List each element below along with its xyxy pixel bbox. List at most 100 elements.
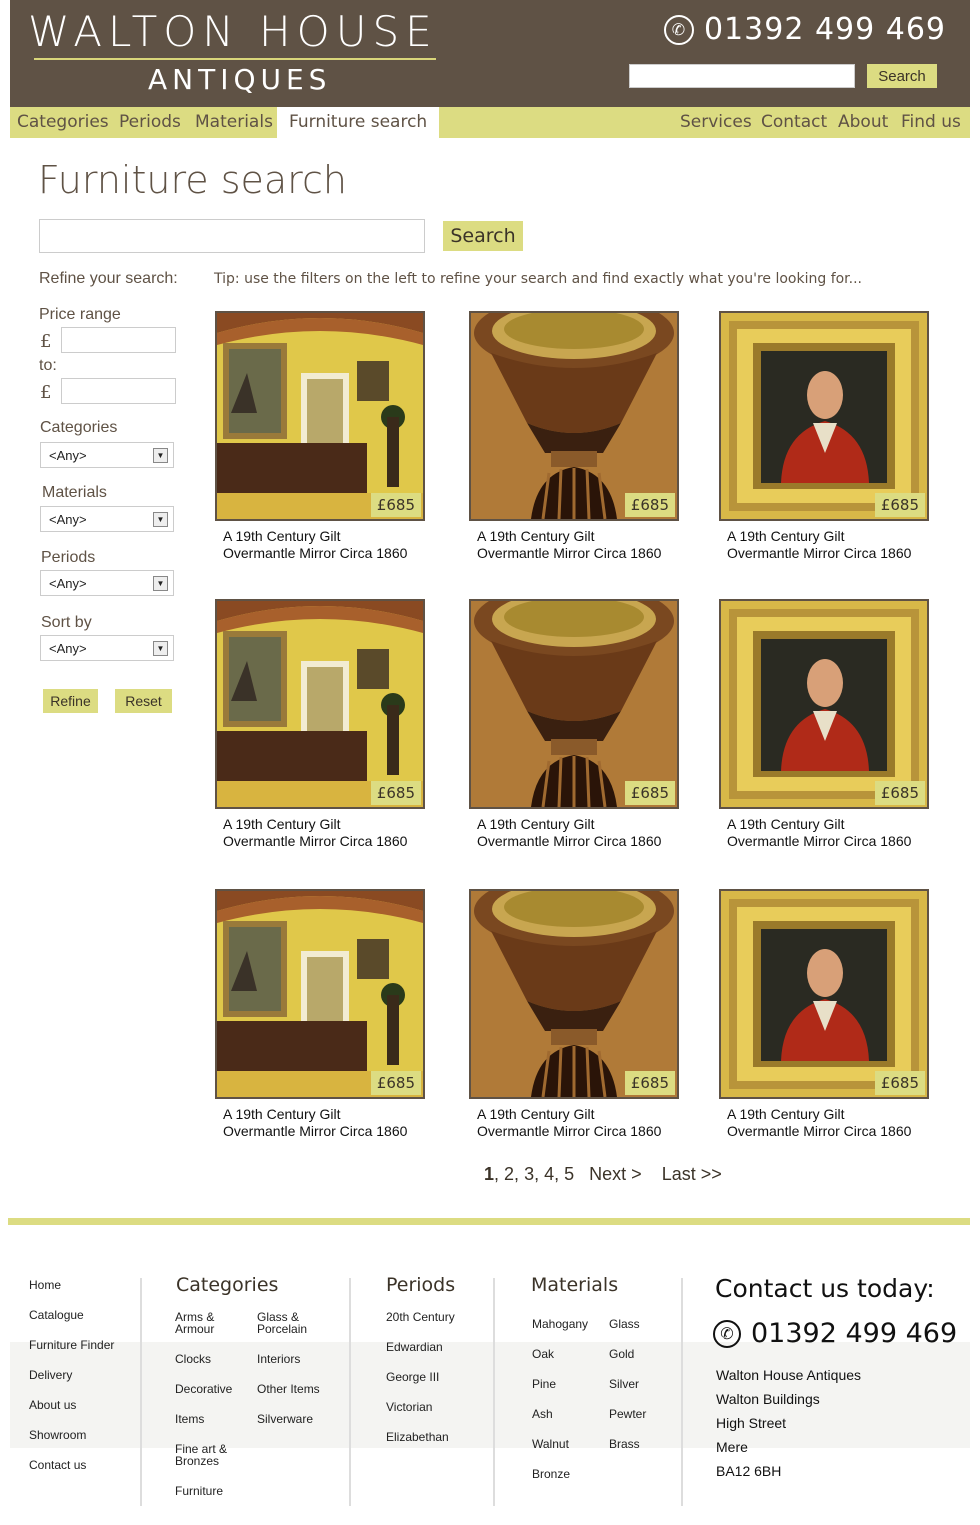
product-card[interactable]: £685 A 19th Century Gilt Overmantle Mirror… [215,889,425,1149]
pager-page-5[interactable]: 5 [564,1164,574,1184]
product-image[interactable]: £685 [215,599,425,809]
product-price: £685 [874,781,925,805]
product-image[interactable]: £685 [469,311,679,521]
footer-material-walnut[interactable]: Walnut [532,1438,569,1450]
nav-services[interactable]: Services [680,107,752,138]
footer-period-elizabethan[interactable]: Elizabethan [386,1431,449,1443]
nav-contact[interactable]: Contact [761,107,827,138]
product-title[interactable]: A 19th Century Gilt Overmantle Mirror Cir… [223,1106,423,1140]
pager-page-2[interactable]: 2 [504,1164,514,1184]
footer-category-clocks[interactable]: Clocks [175,1353,211,1365]
product-image[interactable]: £685 [719,311,929,521]
product-title[interactable]: A 19th Century Gilt Overmantle Mirror Cir… [477,816,677,850]
header-search-button[interactable]: Search [867,64,937,88]
footer-material-gold[interactable]: Gold [609,1348,634,1360]
footer-category-decorative[interactable]: Decorative [175,1383,232,1395]
product-title-line: Overmantle Mirror Circa 1860 [477,833,662,849]
product-image[interactable]: £685 [215,311,425,521]
main-search-input[interactable] [39,219,425,253]
reset-button[interactable]: Reset [115,689,172,713]
currency-symbol-to: £ [40,382,52,403]
footer-category-glass-porcelain[interactable]: Glass & Porcelain [257,1311,337,1335]
nav-materials[interactable]: Materials [195,107,273,138]
footer-link-delivery[interactable]: Delivery [29,1369,72,1381]
tip-text: Tip: use the filters on the left to refi… [214,271,863,287]
logo[interactable]: WALTON HOUSE ANTIQUES [28,10,448,100]
product-title[interactable]: A 19th Century Gilt Overmantle Mirror Cir… [223,528,423,562]
footer-material-bronze[interactable]: Bronze [532,1468,570,1480]
product-card[interactable]: £685 A 19th Century Gilt Overmantle Mirror… [719,889,929,1149]
pager-next[interactable]: Next > [589,1164,642,1184]
footer-period-victorian[interactable]: Victorian [386,1401,432,1413]
product-title[interactable]: A 19th Century Gilt Overmantle Mirror Cir… [223,816,423,850]
pager-page-3[interactable]: 3 [524,1164,534,1184]
footer-material-glass[interactable]: Glass [609,1318,640,1330]
nav-categories[interactable]: Categories [17,107,109,138]
footer-link-furniture-finder[interactable]: Furniture Finder [29,1339,114,1351]
footer-material-oak[interactable]: Oak [532,1348,554,1360]
price-to-input[interactable] [61,378,176,404]
nav-periods[interactable]: Periods [119,107,181,138]
footer-material-ash[interactable]: Ash [532,1408,553,1420]
product-image[interactable]: £685 [469,599,679,809]
product-card[interactable]: £685 A 19th Century Gilt Overmantle Mirror… [215,599,425,859]
footer-category-fine-art-bronzes[interactable]: Fine art & Bronzes [175,1443,245,1467]
footer-material-mahogany[interactable]: Mahogany [532,1318,588,1330]
product-title[interactable]: A 19th Century Gilt Overmantle Mirror Cir… [727,1106,927,1140]
product-title[interactable]: A 19th Century Gilt Overmantle Mirror Cir… [477,1106,677,1140]
footer-category-interiors[interactable]: Interiors [257,1353,300,1365]
categories-select[interactable]: <Any> ▼ [40,442,174,468]
pager-last[interactable]: Last >> [662,1164,722,1184]
product-card[interactable]: £685 A 19th Century Gilt Overmantle Mirror… [469,599,679,859]
footer-period-edwardian[interactable]: Edwardian [386,1341,443,1353]
pager-page-4[interactable]: 4 [544,1164,554,1184]
product-title[interactable]: A 19th Century Gilt Overmantle Mirror Cir… [727,528,927,562]
product-image[interactable]: £685 [719,889,929,1099]
materials-select[interactable]: <Any> ▼ [40,506,174,532]
categories-filter-label: Categories [40,419,118,436]
product-image[interactable]: £685 [215,889,425,1099]
footer-period-george-iii[interactable]: George III [386,1371,439,1383]
product-title-line: A 19th Century Gilt [727,528,845,544]
footer-link-showroom[interactable]: Showroom [29,1429,86,1441]
periods-select[interactable]: <Any> ▼ [40,570,174,596]
footer-periods-title: Periods [386,1274,456,1296]
product-title-line: A 19th Century Gilt [477,816,595,832]
footer-link-catalogue[interactable]: Catalogue [29,1309,84,1321]
product-card[interactable]: £685 A 19th Century Gilt Overmantle Mirror… [719,311,929,571]
product-card[interactable]: £685 A 19th Century Gilt Overmantle Mirror… [469,311,679,571]
footer-material-pine[interactable]: Pine [532,1378,556,1390]
price-from-input[interactable] [61,327,176,353]
product-image[interactable]: £685 [719,599,929,809]
footer-category-silverware[interactable]: Silverware [257,1413,313,1425]
footer-category-furniture[interactable]: Furniture [175,1485,223,1497]
product-title[interactable]: A 19th Century Gilt Overmantle Mirror Cir… [477,528,677,562]
footer-material-brass[interactable]: Brass [609,1438,640,1450]
product-card[interactable]: £685 A 19th Century Gilt Overmantle Mirror… [215,311,425,571]
header-search-input[interactable] [629,64,855,88]
main-search-button[interactable]: Search [443,221,523,251]
product-card[interactable]: £685 A 19th Century Gilt Overmantle Mirror… [719,599,929,859]
footer-material-pewter[interactable]: Pewter [609,1408,646,1420]
refine-button[interactable]: Refine [43,689,98,713]
product-image[interactable]: £685 [469,889,679,1099]
contact-title: Contact us today: [715,1274,935,1303]
nav-find-us[interactable]: Find us [901,107,961,138]
logo-subtitle: ANTIQUES [148,63,332,96]
footer-divider [8,1218,970,1225]
footer-link-home[interactable]: Home [29,1279,61,1291]
footer-material-silver[interactable]: Silver [609,1378,639,1390]
footer-column-divider [349,1278,351,1506]
nav-furniture-search[interactable]: Furniture search [277,107,440,138]
footer-category-other-items[interactable]: Other Items [257,1383,320,1395]
footer-category-arms-armour[interactable]: Arms & Armour [175,1311,245,1335]
product-card[interactable]: £685 A 19th Century Gilt Overmantle Mirror… [469,889,679,1149]
sort-by-select[interactable]: <Any> ▼ [40,635,174,661]
footer-category-items[interactable]: Items [175,1413,204,1425]
nav-about[interactable]: About [838,107,888,138]
footer-link-contact-us[interactable]: Contact us [29,1459,86,1471]
chevron-down-icon: ▼ [153,641,168,656]
footer-link-about-us[interactable]: About us [29,1399,76,1411]
product-title[interactable]: A 19th Century Gilt Overmantle Mirror Cir… [727,816,927,850]
footer-period-20th-century[interactable]: 20th Century [386,1311,455,1323]
